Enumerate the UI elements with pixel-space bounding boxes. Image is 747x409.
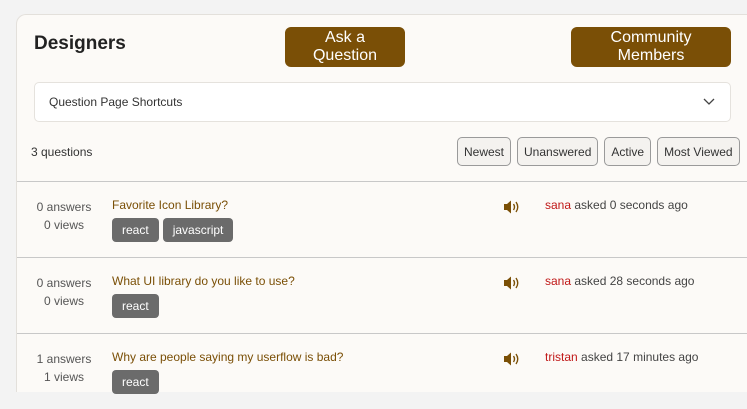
question-tags: react: [112, 294, 159, 318]
question-meta: tristan asked 17 minutes ago: [545, 350, 698, 364]
question-title-link[interactable]: What UI library do you like to use?: [112, 274, 295, 288]
view-count: 0 views: [43, 294, 84, 308]
question-stats: 1 answers 1 views: [17, 350, 111, 386]
chevron-down-icon: [703, 98, 715, 105]
page-title: Designers: [34, 33, 126, 54]
ask-question-button[interactable]: Ask a Question: [285, 27, 405, 67]
question-row: 1 answers 1 views Why are people saying …: [17, 333, 747, 409]
question-row: 0 answers 0 views Favorite Icon Library?…: [17, 181, 747, 257]
question-row: 0 answers 0 views What UI library do you…: [17, 257, 747, 333]
author-link[interactable]: sana: [545, 198, 571, 212]
view-count: 0 views: [43, 218, 84, 232]
answer-count: 1 answers: [36, 352, 92, 366]
question-count: 3 questions: [31, 145, 93, 159]
question-stats: 0 answers 0 views: [17, 198, 111, 234]
filter-active[interactable]: Active: [604, 137, 652, 166]
asked-time: asked 0 seconds ago: [574, 198, 688, 212]
filter-newest[interactable]: Newest: [457, 137, 512, 166]
speaker-icon[interactable]: [502, 351, 522, 367]
shortcuts-label: Question Page Shortcuts: [49, 95, 183, 109]
view-count: 1 views: [43, 370, 84, 384]
questions-panel: Designers Ask a Question Community Membe…: [16, 14, 747, 394]
answer-count: 0 answers: [36, 276, 92, 290]
question-page-shortcuts-dropdown[interactable]: Question Page Shortcuts: [34, 82, 731, 122]
community-members-button[interactable]: Community Members: [571, 27, 731, 67]
speaker-icon[interactable]: [502, 275, 522, 291]
question-title-link[interactable]: Favorite Icon Library?: [112, 198, 228, 212]
tag-javascript[interactable]: javascript: [162, 218, 234, 242]
question-stats: 0 answers 0 views: [17, 274, 111, 310]
tag-react[interactable]: react: [112, 294, 159, 318]
question-title-link[interactable]: Why are people saying my userflow is bad…: [112, 350, 343, 364]
tag-react[interactable]: react: [112, 370, 159, 394]
filter-unanswered[interactable]: Unanswered: [517, 137, 599, 166]
answer-count: 0 answers: [36, 200, 92, 214]
author-link[interactable]: tristan: [545, 350, 578, 364]
question-meta: sana asked 28 seconds ago: [545, 274, 694, 288]
tag-react[interactable]: react: [112, 218, 159, 242]
author-link[interactable]: sana: [545, 274, 571, 288]
question-tags: react: [112, 370, 159, 394]
question-tags: react javascript: [112, 218, 234, 242]
speaker-icon[interactable]: [502, 199, 522, 215]
asked-time: asked 28 seconds ago: [574, 274, 695, 288]
filter-most-viewed[interactable]: Most Viewed: [657, 137, 740, 166]
question-meta: sana asked 0 seconds ago: [545, 198, 688, 212]
asked-time: asked 17 minutes ago: [581, 350, 699, 364]
sort-filters: Newest Unanswered Active Most Viewed: [457, 137, 740, 166]
